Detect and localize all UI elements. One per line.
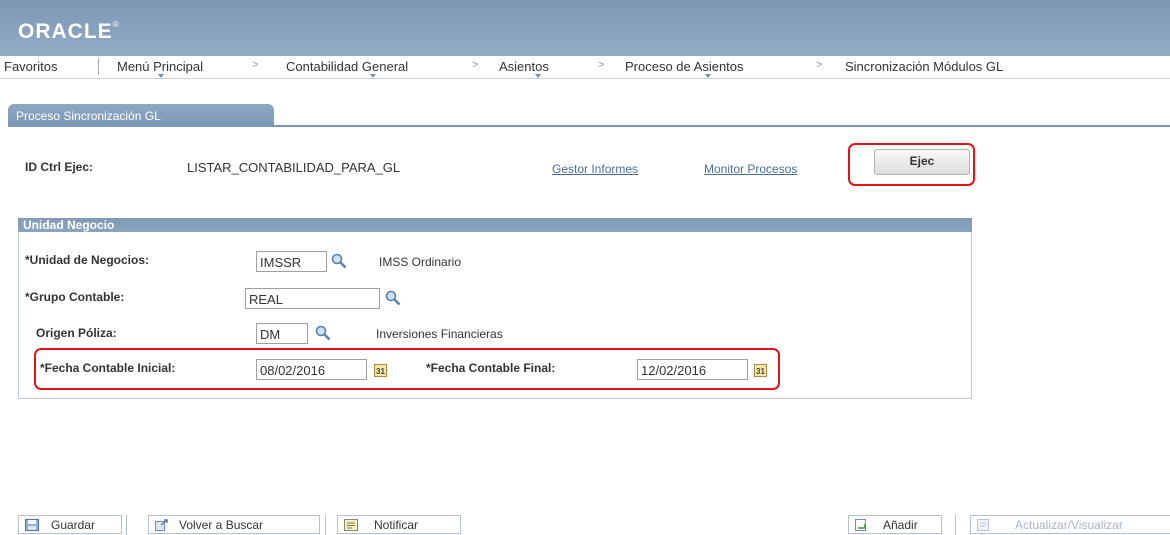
lookup-icon[interactable] — [315, 325, 331, 341]
business-unit-input[interactable]: IMSSR — [256, 251, 327, 272]
oracle-logo: ORACLE® — [18, 20, 120, 43]
update-display-button[interactable]: Actualizar/Visualizar — [970, 515, 1170, 534]
tab-sync-process[interactable]: Proceso Sincronización GL — [8, 104, 274, 126]
toolbar-divider — [955, 515, 956, 535]
nav-separator: > — [252, 59, 259, 71]
chevron-down-icon — [158, 74, 164, 78]
notify-icon — [344, 519, 358, 531]
chevron-down-icon — [535, 74, 541, 78]
header-banner: ORACLE® — [0, 0, 1170, 56]
report-manager-link[interactable]: Gestor Informes — [552, 162, 638, 176]
return-to-search-button[interactable]: Volver a Buscar — [148, 515, 320, 534]
run-control-value: LISTAR_CONTABILIDAD_PARA_GL — [187, 160, 401, 175]
group-title: Unidad Negocio — [18, 218, 972, 232]
nav-divider — [98, 58, 99, 75]
run-control-label: ID Ctrl Ejec: — [25, 160, 94, 174]
lookup-icon[interactable] — [331, 253, 347, 269]
nav-process-journals[interactable]: Proceso de Asientos — [625, 59, 744, 74]
toolbar-divider — [325, 515, 326, 535]
chevron-down-icon — [705, 74, 711, 78]
chevron-down-icon — [370, 74, 376, 78]
toolbar-divider — [126, 515, 127, 535]
add-button[interactable]: Añadir — [848, 515, 942, 534]
journal-source-label: Origen Póliza: — [36, 326, 117, 340]
breadcrumb: Favoritos Menú Principal > Contabilidad … — [0, 56, 1170, 79]
highlight-run-button — [848, 143, 975, 186]
add-icon — [855, 519, 866, 531]
return-search-icon — [155, 519, 168, 531]
nav-sync-gl-modules[interactable]: Sincronización Módulos GL — [845, 59, 1003, 74]
ledger-group-input[interactable]: REAL — [245, 288, 380, 309]
journal-source-description: Inversiones Financieras — [376, 327, 503, 341]
nav-separator: > — [472, 59, 479, 71]
ledger-group-label: *Grupo Contable: — [25, 290, 125, 304]
nav-separator: > — [598, 59, 605, 71]
highlight-date-range — [34, 348, 780, 390]
update-display-icon — [977, 519, 989, 531]
tab-underline — [8, 125, 1170, 127]
business-unit-label: *Unidad de Negocios: — [25, 253, 150, 267]
nav-favorites[interactable]: Favoritos — [4, 59, 57, 74]
journal-source-input[interactable]: DM — [256, 323, 308, 344]
nav-journals[interactable]: Asientos — [499, 59, 549, 74]
lookup-icon[interactable] — [385, 290, 401, 306]
business-unit-description: IMSS Ordinario — [379, 255, 462, 269]
nav-main-menu[interactable]: Menú Principal — [117, 59, 203, 74]
nav-general-ledger[interactable]: Contabilidad General — [286, 59, 408, 74]
notify-button[interactable]: Notificar — [337, 515, 461, 534]
nav-separator: > — [816, 59, 823, 71]
save-icon — [25, 519, 39, 531]
process-monitor-link[interactable]: Monitor Procesos — [704, 162, 797, 176]
save-button[interactable]: Guardar — [18, 515, 122, 534]
